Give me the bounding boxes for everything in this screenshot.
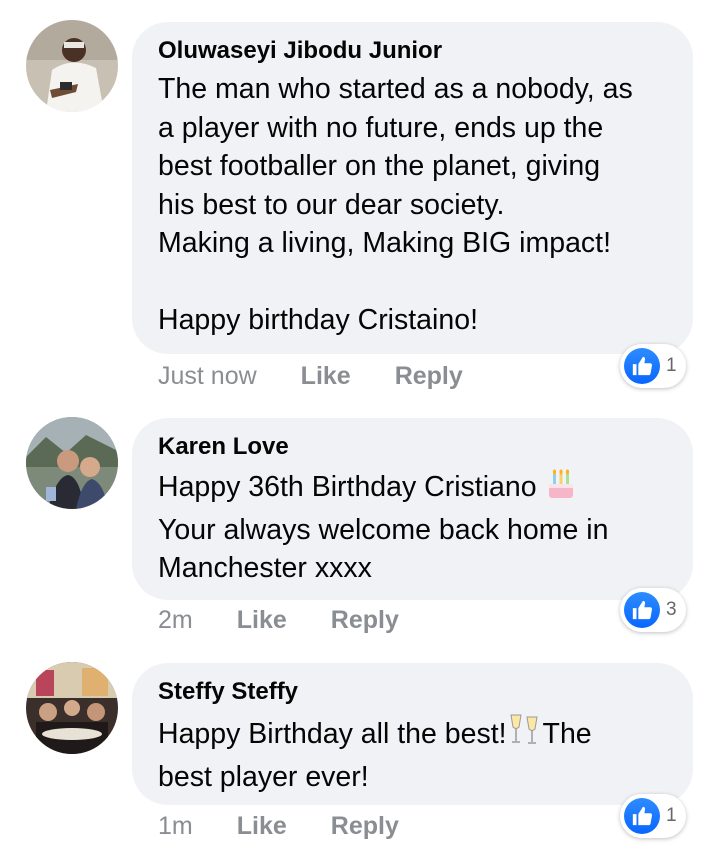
comment-actions: 1m Like Reply	[158, 809, 399, 843]
comment-bubble: Steffy Steffy Happy Birthday all the bes…	[132, 663, 693, 805]
comment-bubble: Karen Love Happy 36th Birthday Cristiano…	[132, 418, 693, 600]
reply-button[interactable]: Reply	[331, 812, 399, 841]
comment-text-line: Happy Birthday all the best!	[158, 718, 507, 750]
reaction-summary[interactable]: 1	[620, 794, 686, 838]
avatar[interactable]	[26, 662, 118, 754]
reaction-summary[interactable]: 3	[620, 588, 686, 632]
like-button[interactable]: Like	[237, 812, 287, 841]
comment-author[interactable]: Steffy Steffy	[158, 677, 667, 707]
comment-text: The man who started as a nobody, as a pl…	[158, 73, 633, 336]
reaction-summary[interactable]: 1	[620, 344, 686, 388]
comment-timestamp[interactable]: 1m	[158, 812, 193, 841]
comment-text-rest: best player ever!	[158, 760, 369, 793]
comment-bubble: Oluwaseyi Jibodu Junior The man who star…	[132, 22, 693, 354]
like-icon	[624, 798, 660, 834]
comment-text-after-emoji: The	[542, 718, 592, 750]
comment-text: Happy 36th Birthday Cristiano Your alway…	[158, 466, 667, 588]
like-button[interactable]: Like	[237, 606, 287, 635]
reaction-count: 1	[666, 805, 677, 826]
comment-text-rest: Your always welcome back home in Manches…	[158, 513, 609, 585]
comment-author[interactable]: Oluwaseyi Jibodu Junior	[158, 36, 667, 66]
birthday-cake-icon	[545, 466, 577, 511]
comment-actions: 2m Like Reply	[158, 603, 399, 637]
reaction-count: 3	[666, 599, 677, 620]
reply-button[interactable]: Reply	[331, 606, 399, 635]
comment-timestamp[interactable]: Just now	[158, 362, 257, 391]
reaction-count: 1	[666, 355, 677, 376]
comment-timestamp[interactable]: 2m	[158, 606, 193, 635]
avatar-photo	[26, 20, 118, 112]
champagne-glasses-icon	[507, 711, 543, 758]
reply-button[interactable]: Reply	[395, 362, 463, 391]
comment-text-line: Happy 36th Birthday Cristiano	[158, 471, 537, 503]
like-button[interactable]: Like	[301, 362, 351, 391]
comment-author[interactable]: Karen Love	[158, 432, 667, 462]
like-icon	[624, 592, 660, 628]
like-icon	[624, 348, 660, 384]
avatar-photo	[26, 662, 118, 754]
comment-actions: Just now Like Reply	[158, 359, 463, 393]
avatar[interactable]	[26, 417, 118, 509]
avatar-photo	[26, 417, 118, 509]
avatar[interactable]	[26, 20, 118, 112]
comment-text: Happy Birthday all the best! The best pla…	[158, 711, 667, 796]
